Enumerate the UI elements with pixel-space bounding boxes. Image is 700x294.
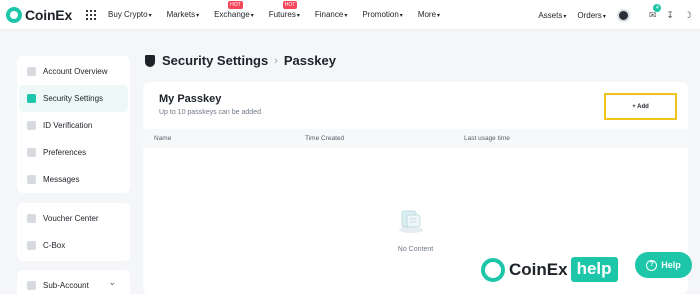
- sidebar-item-account-overview[interactable]: Account Overview: [17, 58, 130, 85]
- preferences-icon: [27, 148, 36, 157]
- user-avatar[interactable]: [616, 8, 630, 22]
- message-icon[interactable]: ✉ 4: [649, 3, 662, 21]
- sidebar-item-messages[interactable]: Messages: [17, 166, 130, 193]
- sidebar-item-voucher-center[interactable]: Voucher Center: [17, 205, 130, 232]
- sidebar-item-security-settings[interactable]: Security Settings: [19, 85, 128, 112]
- sidebar-item-sub-account[interactable]: Sub-Account ⌄: [17, 272, 130, 294]
- panel-subtitle: Up to 10 passkeys can be added: [159, 109, 261, 116]
- column-last-usage: Last usage time: [464, 135, 510, 142]
- nav-orders[interactable]: Orders▾: [577, 11, 605, 20]
- nav-right: Assets▾ Orders▾ ✉ 4 ↧ ☽: [538, 0, 700, 30]
- column-time-created: Time Created: [305, 135, 345, 142]
- table-header: Name Time Created Last usage time: [143, 129, 688, 148]
- breadcrumb-security-settings[interactable]: Security Settings: [162, 53, 268, 68]
- brand-name: CoinEx: [25, 6, 73, 23]
- account-overview-icon: [27, 67, 36, 76]
- nav-markets[interactable]: Markets▾: [167, 10, 199, 19]
- apps-grid-icon[interactable]: [86, 9, 97, 20]
- nav-finance[interactable]: Finance▾: [315, 10, 347, 19]
- breadcrumb-separator: ›: [274, 54, 278, 67]
- help-button[interactable]: ? Help: [635, 252, 692, 278]
- nav-assets[interactable]: Assets▾: [538, 11, 566, 20]
- coinex-logo-icon: [481, 257, 505, 282]
- hot-badge: HOT: [282, 1, 298, 9]
- breadcrumb-passkey: Passkey: [283, 53, 336, 68]
- panel-title: My Passkey: [159, 93, 222, 105]
- nav-futures[interactable]: HOT Futures▾: [269, 1, 300, 19]
- coinex-help-watermark: CoinEx help: [481, 257, 618, 282]
- empty-state-icon: [399, 210, 423, 233]
- download-icon[interactable]: ↧: [666, 10, 674, 21]
- nav-promotion[interactable]: Promotion▾: [362, 10, 402, 19]
- shield-icon: [27, 94, 36, 103]
- empty-state-text: No Content: [397, 246, 434, 253]
- nav-buy-crypto[interactable]: Buy Crypto▾: [108, 10, 152, 19]
- notification-badge: 4: [653, 3, 662, 12]
- sub-account-icon: [27, 281, 36, 290]
- sidebar-item-c-box[interactable]: C-Box: [17, 232, 130, 259]
- column-name: Name: [154, 135, 172, 142]
- coinex-logo-icon: [6, 6, 22, 23]
- shield-icon: [145, 54, 155, 67]
- nav-more[interactable]: More▾: [418, 10, 440, 19]
- sidebar-item-id-verification[interactable]: ID Verification: [17, 112, 130, 139]
- chevron-down-icon: ⌄: [108, 277, 116, 287]
- main-nav: Buy Crypto▾ Markets▾ HOT Exchange▾ HOT Fut…: [108, 1, 455, 19]
- sidebar-item-preferences[interactable]: Preferences: [17, 139, 130, 166]
- theme-moon-icon[interactable]: ☽: [684, 10, 692, 21]
- sidebar-account-group: Account Overview Security Settings ID Ve…: [17, 56, 130, 193]
- messages-icon: [27, 175, 36, 184]
- voucher-icon: [27, 214, 36, 223]
- top-navbar: CoinEx Buy Crypto▾ Markets▾ HOT Exchange▾…: [0, 0, 700, 30]
- gift-box-icon: [27, 241, 36, 250]
- add-passkey-button[interactable]: + Add: [604, 93, 677, 120]
- id-card-icon: [27, 121, 36, 130]
- sidebar-sub-account-group: Sub-Account ⌄: [17, 270, 130, 294]
- page-title: Security Settings › Passkey: [145, 53, 336, 68]
- hot-badge: HOT: [228, 1, 243, 9]
- coinex-logo[interactable]: CoinEx: [6, 6, 73, 23]
- sidebar-rewards-group: Voucher Center C-Box: [17, 203, 130, 261]
- nav-exchange[interactable]: HOT Exchange▾: [214, 1, 254, 19]
- question-icon: ?: [646, 259, 658, 271]
